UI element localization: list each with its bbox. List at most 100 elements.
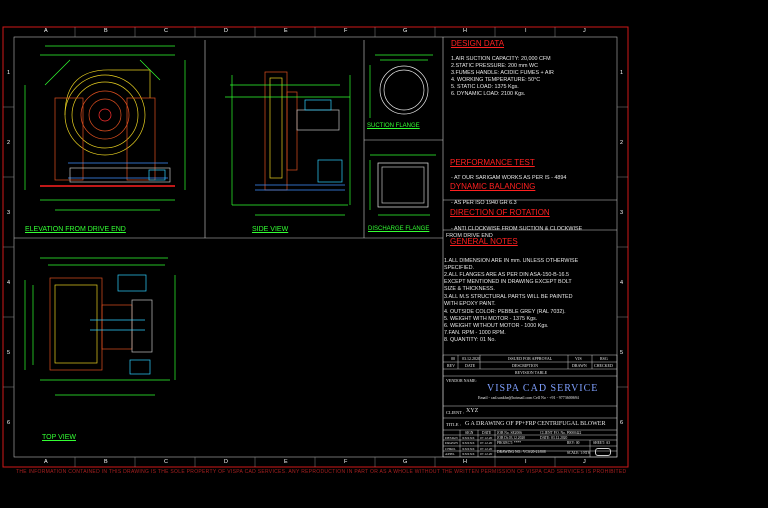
role-approved-date: 07.12.20 [480,452,493,456]
grid-col-c: C [164,28,168,34]
elevation-drawing [24,45,186,211]
general-note-line-10: 6. WEIGHT WITHOUT MOTOR - 1000 Kgs. [444,323,549,329]
grid-col-e-bottom: E [284,459,288,465]
sheet-size: SHEET: A3 [593,441,611,445]
col-date-header: DATE [482,431,492,435]
grid-col-e: E [284,28,288,34]
top-view-drawing [24,257,176,396]
rev-cell-rev: 00 [451,356,455,361]
rev-header-drawn: DRAWN [572,363,587,368]
job-date: JOB Dt.03.12.2020 [497,436,525,440]
general-notes-heading: GENERAL NOTES [450,237,518,246]
role-drawn-sign: XXXXX [462,441,475,445]
grid-row-1-right: 1 [620,70,624,76]
grid-row-2-right: 2 [620,140,624,146]
direction-rotation-text-1: - ANTI CLOCKWISE FROM SUCTION & CLOCKWIS… [451,226,583,232]
suction-flange-drawing [369,54,433,118]
role-checked: CHKD. [445,447,456,451]
client-po-number: CLIENT P.O. No. P0000422 [540,431,582,435]
col-sign-header: SIGN [465,431,474,435]
general-note-line-2: SPECIFIED. [444,265,474,271]
role-approved: APPD. [445,452,455,456]
side-view-drawing [225,71,351,216]
rev-header-description: DESCRIPTION [512,363,539,368]
role-design-sign: XXXXX [462,436,475,440]
role-checked-date: 07.12.20 [480,447,493,451]
grid-col-j: J [583,28,586,34]
dynamic-balancing-heading: DYNAMIC BALANCING [450,182,536,191]
role-approved-sign: XXXXX [462,452,475,456]
rev-cell-drawn: VJS [575,356,582,361]
general-note-line-7: WITH EPOXY PAINT. [444,301,496,307]
scale-field: SCALE: 1:NTS [567,451,590,455]
grid-col-d-bottom: D [224,459,228,465]
grid-row-5-right: 5 [620,350,624,356]
side-view-label: SIDE VIEW [252,226,289,233]
design-data-line-4: 4. WORKING TEMPERATURE: 50°C [451,77,541,83]
grid-row-2: 2 [7,140,11,146]
discharge-flange-drawing [369,154,436,216]
drawing-title: G A DRAWING OF PP+FRP CENTRIFUGAL BLOWER [465,421,606,427]
drawing-number: DRAWING NO.: VCS/20-21/008 [497,450,546,454]
grid-col-h-bottom: H [463,459,467,465]
rev-cell-description: ISSUED FOR APPROVAL [508,356,553,361]
role-checked-sign: XXXXX [462,447,475,451]
cad-drawing-sheet: A B C D E F G H I J A B C D E F G H I J … [0,0,768,508]
design-data-line-3: 3.FUMES HANDLE: ACIDIC FUMES + AIR [451,70,554,76]
vendor-name-label: VENDOR NAME: [446,378,477,383]
rev-header-checked: CHECKED [594,363,613,368]
projection-symbol-icon [595,448,611,456]
confidentiality-footer: THE INFORMATION CONTAINED IN THIS DRAWIN… [16,469,626,475]
general-note-line-1: 1.ALL DIMENSION ARE IN mm. UNLESS OTHERW… [444,258,579,264]
grid-row-3-right: 3 [620,210,624,216]
grid-row-4: 4 [7,280,11,286]
rev-number: REV: 00 [567,441,580,445]
client-label: CLIENT : [446,410,465,415]
grid-row-4-right: 4 [620,280,624,286]
title-label: TITLE : [446,422,461,427]
dynamic-balancing-text: - AS PER ISO 1940 GR 6.3 [451,200,517,206]
grid-col-g: G [403,28,408,34]
general-note-line-12: 8. QUANTITY: 01 No. [444,337,496,343]
general-note-line-11: 7.FAN. RPM - 1000 RPM. [444,330,506,336]
grid-col-a: A [44,28,48,34]
grid-row-5: 5 [7,350,11,356]
grid-row-3: 3 [7,210,11,216]
grid-col-b: B [104,28,108,34]
job-number: JOB No. SE2006 [497,431,522,435]
design-data-line-2: 2.STATIC PRESSURE: 200 mm WC [451,63,538,69]
grid-ticks [3,27,628,467]
role-design: DESIGN [445,436,458,440]
general-note-line-3: 2.ALL FLANGES ARE AS PER DIN ASA-150-B-1… [444,272,570,278]
vendor-contact: Email - cad.sankhe@hotmail.com Cell No -… [478,395,579,400]
role-drawn-date: 07.12.20 [480,441,493,445]
revision-table-title: REVISION TABLE [515,370,548,375]
role-drawn: DRAWN [445,441,458,445]
client-name: XYZ [466,408,479,414]
grid-col-f: F [344,28,348,34]
design-data-line-1: 1.AIR SUCTION CAPACITY: 20,000 CFM [451,56,551,62]
grid-col-i: I [525,28,527,34]
direction-rotation-heading: DIRECTION OF ROTATION [450,208,550,217]
grid-col-f-bottom: F [344,459,348,465]
general-note-line-8: 4. OUTSIDE COLOR: PEBBLE GREY (RAL 7032)… [444,309,566,315]
general-note-line-5: SIZE & THICKNESS. [444,286,495,292]
grid-col-d: D [224,28,228,34]
grid-col-b-bottom: B [104,459,108,465]
outer-border [2,26,629,468]
grid-row-6: 6 [7,420,11,426]
general-note-line-4: EXCEPT MENTIONED IN DRAWING EXCEPT BOLT [444,279,572,285]
grid-row-6-right: 6 [620,420,624,426]
grid-row-1: 1 [7,70,11,76]
project-field: PROJECT: **** [497,441,522,445]
grid-col-i-bottom: I [525,459,527,465]
design-data-line-6: 6. DYNAMIC LOAD: 2100 Kgs. [451,91,526,97]
discharge-flange-label: DISCHARGE FLANGE [368,226,430,232]
grid-col-c-bottom: C [164,459,168,465]
design-data-line-5: 5. STATIC LOAD: 1375 Kgs. [451,84,519,90]
vendor-company-name: VISPA CAD SERVICE [487,383,599,394]
suction-flange-label: SUCTION FLANGE [367,123,420,129]
grid-col-a-bottom: A [44,459,48,465]
general-note-line-6: 3.ALL M.S STRUCTURAL PARTS WILL BE PAINT… [444,294,573,300]
top-view-label: TOP VIEW [42,434,76,441]
